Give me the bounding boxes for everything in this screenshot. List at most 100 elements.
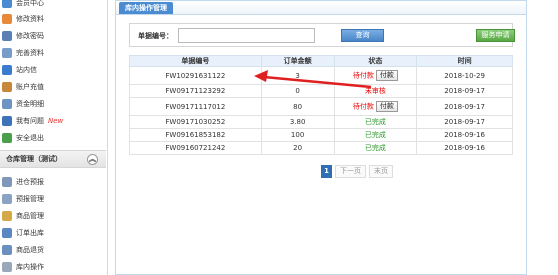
order-number-link[interactable]: FW09160721242 — [129, 141, 262, 155]
order-status-cell: 未审核 — [333, 84, 418, 98]
sidebar-item-label: 商品管理 — [16, 212, 44, 220]
pagination: 1 下一页 末页 — [321, 165, 396, 178]
panel-title: 库内操作管理 — [119, 2, 173, 14]
header-time: 时间 — [416, 55, 513, 67]
sidebar-item-label: 修改密码 — [16, 32, 44, 40]
next-page-button[interactable]: 下一页 — [335, 165, 366, 178]
order-amount: 20 — [260, 141, 335, 155]
order-time: 2018-09-17 — [416, 115, 513, 129]
sidebar-item-order-out[interactable]: 订单出库 — [0, 226, 100, 240]
goods-icon — [2, 211, 12, 221]
document-icon — [2, 48, 12, 58]
return-icon — [2, 245, 12, 255]
order-status: 已完成 — [364, 118, 386, 126]
sidebar-item-megaphone[interactable]: 站内信 — [0, 63, 100, 77]
table-row: FW10291631122 3 待付款 付款 2018-10-29 — [129, 66, 513, 85]
order-status: 已完成 — [364, 131, 386, 139]
sidebar-item-label: 库内操作 — [16, 263, 44, 271]
warehouse-op-icon — [2, 262, 12, 272]
sidebar-item-label: 站内信 — [16, 66, 37, 74]
sidebar-item-label: 安全退出 — [16, 134, 44, 142]
order-time: 2018-09-16 — [416, 128, 513, 142]
order-status: 待付款 — [352, 71, 374, 80]
order-status: 已完成 — [364, 144, 386, 152]
service-apply-button[interactable]: 服务申请 — [476, 29, 515, 42]
edit-profile-icon — [2, 14, 12, 24]
order-status-cell: 已完成 — [333, 141, 418, 155]
order-time: 2018-09-17 — [416, 84, 513, 98]
sidebar-item-warehouse-op[interactable]: 库内操作 — [0, 260, 100, 274]
warehouse-section-header[interactable]: 仓库管理（测试） ︽ — [0, 150, 106, 168]
panel-title-bar: 库内操作管理 — [116, 1, 526, 15]
search-bar: 单据编号： 查询 服务申请 — [129, 23, 515, 47]
sidebar-item-forecast-manage[interactable]: 预报管理 — [0, 192, 100, 206]
new-badge: New — [48, 117, 64, 125]
sidebar-item-label: 完善资料 — [16, 49, 44, 57]
sidebar-item-label: 会员中心 — [16, 0, 44, 7]
sidebar-item-label: 进仓预报 — [16, 178, 44, 186]
sidebar-item-member[interactable]: 会员中心 — [0, 0, 100, 10]
order-time: 2018-09-17 — [416, 97, 513, 116]
megaphone-icon — [2, 65, 12, 75]
order-status-cell: 待付款 付款 — [333, 97, 418, 116]
header-order-no: 单据编号 — [129, 55, 262, 67]
header-status: 状态 — [333, 55, 418, 67]
table-row: FW09171123292 0 未审核 2018-09-17 — [129, 84, 513, 98]
order-amount: 100 — [260, 128, 335, 142]
collapse-icon[interactable]: ︽ — [87, 154, 98, 165]
order-amount: 3 — [260, 66, 335, 85]
sidebar-item-label: 修改资料 — [16, 15, 44, 23]
forecast-manage-icon — [2, 194, 12, 204]
sidebar-item-label: 资金明细 — [16, 100, 44, 108]
sidebar-item-account[interactable]: 账户充值 — [0, 80, 100, 94]
sidebar-item-document[interactable]: 完善资料 — [0, 46, 100, 60]
sidebar-item-goods[interactable]: 商品管理 — [0, 209, 100, 223]
order-number-link[interactable]: FW09161853182 — [129, 128, 262, 142]
pay-button[interactable]: 付款 — [375, 70, 398, 81]
orders-table: 单据编号 订单金额 状态 时间 FW10291631122 3 待付款 付款 2018-… — [129, 55, 513, 155]
sidebar-item-edit-profile[interactable]: 修改资料 — [0, 12, 100, 26]
warehouse-section-title: 仓库管理（测试） — [6, 155, 62, 163]
order-number-link[interactable]: FW09171030252 — [129, 115, 262, 129]
sidebar-item-question[interactable]: 我有问题 New — [0, 114, 100, 128]
sidebar: 会员中心修改资料修改密码完善资料站内信账户充值资金明细我有问题 New 安全退出 仓… — [0, 0, 108, 275]
order-number-link[interactable]: FW09171123292 — [129, 84, 262, 98]
sidebar-item-label: 预报管理 — [16, 195, 44, 203]
sidebar-item-label: 账户充值 — [16, 83, 44, 91]
logout-icon — [2, 133, 12, 143]
sidebar-item-label: 商品退货 — [16, 246, 44, 254]
order-status-cell: 已完成 — [333, 115, 418, 129]
order-amount: 3.80 — [260, 115, 335, 129]
sidebar-item-logout[interactable]: 安全退出 — [0, 131, 100, 145]
funds-icon — [2, 99, 12, 109]
order-status: 待付款 — [352, 102, 374, 111]
table-row: FW09160721242 20 已完成 2018-09-16 — [129, 141, 513, 155]
table-row: FW09161853182 100 已完成 2018-09-16 — [129, 128, 513, 142]
sidebar-item-lock[interactable]: 修改密码 — [0, 29, 100, 43]
member-icon — [2, 0, 12, 8]
order-status-cell: 待付款 付款 — [333, 66, 418, 85]
order-time: 2018-09-16 — [416, 141, 513, 155]
question-icon — [2, 116, 12, 126]
order-number-link[interactable]: FW10291631122 — [129, 66, 262, 85]
order-number-input[interactable] — [178, 28, 315, 43]
order-amount: 0 — [260, 84, 335, 98]
order-amount: 80 — [260, 97, 335, 116]
page-current[interactable]: 1 — [321, 165, 332, 178]
pay-button[interactable]: 付款 — [375, 101, 398, 112]
header-amount: 订单金额 — [260, 55, 335, 67]
sidebar-item-label: 我有问题 — [16, 117, 44, 125]
sidebar-item-return[interactable]: 商品退货 — [0, 243, 100, 257]
warehouse-operation-panel: 库内操作管理 单据编号： 查询 服务申请 单据编号 订单金额 状态 时间 FW1… — [115, 0, 527, 275]
order-number-link[interactable]: FW09171117012 — [129, 97, 262, 116]
account-icon — [2, 82, 12, 92]
table-row: FW09171117012 80 待付款 付款 2018-09-17 — [129, 97, 513, 116]
order-status-cell: 已完成 — [333, 128, 418, 142]
order-time: 2018-10-29 — [416, 66, 513, 85]
sidebar-item-funds[interactable]: 资金明细 — [0, 97, 100, 111]
order-status: 未审核 — [364, 87, 386, 95]
query-button[interactable]: 查询 — [341, 29, 384, 42]
sidebar-item-forecast[interactable]: 进仓预报 — [0, 175, 100, 189]
forecast-icon — [2, 177, 12, 187]
last-page-button[interactable]: 末页 — [369, 165, 393, 178]
